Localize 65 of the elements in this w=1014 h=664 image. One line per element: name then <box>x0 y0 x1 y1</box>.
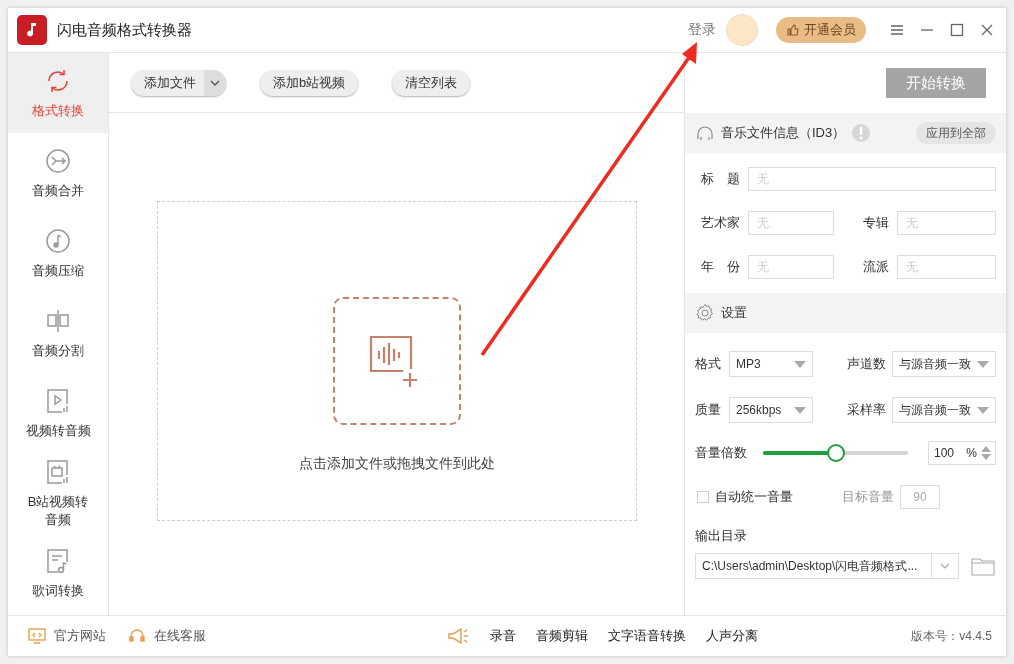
volume-label: 音量倍数 <box>695 444 747 462</box>
add-audio-icon <box>332 297 461 425</box>
spinner-arrows-icon <box>981 445 991 461</box>
monitor-icon <box>28 628 46 644</box>
target-volume-field[interactable]: 90 <box>900 485 940 509</box>
clear-list-button[interactable]: 清空列表 <box>392 69 471 96</box>
output-folder-label: 输出目录 <box>694 527 748 545</box>
menu-icon[interactable] <box>890 23 904 37</box>
apply-to-all-button[interactable]: 应用到全部 <box>916 122 996 144</box>
dropdown[interactable]: 与源音频一致 <box>892 351 996 377</box>
dropdown[interactable]: 与源音频一致 <box>892 397 996 423</box>
tool-link[interactable]: 人声分离 <box>706 627 759 645</box>
output-path-field[interactable]: C:\Users\admin\Desktop\闪电音频格式... <box>695 553 959 579</box>
setting-label: 声道数 <box>847 355 886 373</box>
id3-title: 音乐文件信息（ID3） <box>721 124 846 142</box>
chevron-down-icon <box>940 563 950 569</box>
sidebar-item[interactable]: 音频分割 <box>8 293 108 373</box>
field-label: 流派 <box>861 258 889 276</box>
add-file-button[interactable]: 添加文件 <box>131 69 226 96</box>
caret-icon <box>977 406 989 414</box>
headphones-icon <box>695 123 715 143</box>
sidebar-item[interactable]: B站视频转音频 <box>8 453 108 533</box>
slider-thumb[interactable] <box>826 444 845 462</box>
auto-volume-label: 自动统一音量 <box>715 488 793 506</box>
setting-label: 采样率 <box>847 401 886 419</box>
music-note-logo-icon <box>17 15 47 45</box>
chevron-down-icon <box>210 79 220 86</box>
sidebar-item[interactable]: 视频转音频 <box>8 373 108 453</box>
settings-icon <box>695 303 715 323</box>
login-link[interactable]: 登录 <box>688 21 716 39</box>
setting-label: 质量 <box>695 401 721 419</box>
vip-button[interactable]: 开通会员 <box>776 17 866 43</box>
sidebar-item[interactable]: 歌词转换 <box>8 533 108 613</box>
version-label: 版本号：v4.4.5 <box>911 627 992 645</box>
dropdown[interactable]: MP3 <box>729 351 813 377</box>
thumbs-up-icon <box>786 23 800 37</box>
website-link[interactable]: 官方网站 <box>28 627 106 645</box>
maximize-icon[interactable] <box>950 23 964 37</box>
target-volume-label: 目标音量 <box>842 488 894 506</box>
sidebar-item[interactable]: 格式转换 <box>8 53 108 133</box>
add-bilibili-video-button[interactable]: 添加b站视频 <box>260 69 359 96</box>
headset-icon <box>128 628 146 644</box>
settings-title: 设置 <box>721 304 747 322</box>
window-title: 闪电音频格式转换器 <box>57 20 192 40</box>
drop-hint: 点击添加文件或拖拽文件到此处 <box>298 455 495 473</box>
support-link[interactable]: 在线客服 <box>128 627 206 645</box>
tool-link[interactable]: 音频剪辑 <box>536 627 589 645</box>
volume-spinbox[interactable]: 100 % <box>928 441 996 465</box>
checkbox[interactable] <box>697 491 709 503</box>
setting-label: 格式 <box>695 355 721 373</box>
dropdown[interactable]: 256kbps <box>729 397 813 423</box>
caret-icon <box>794 406 806 414</box>
tool-link[interactable]: 文字语音转换 <box>608 627 687 645</box>
caret-icon <box>794 360 806 368</box>
field-label: 年 份 <box>700 258 740 276</box>
field-label: 专辑 <box>861 214 889 232</box>
megaphone-icon <box>446 626 471 646</box>
close-icon[interactable] <box>980 23 994 37</box>
drop-zone[interactable]: 点击添加文件或拖拽文件到此处 <box>156 201 637 521</box>
tool-link[interactable]: 录音 <box>490 627 517 645</box>
sidebar-item[interactable]: 音频合并 <box>8 133 108 213</box>
caret-icon <box>977 360 989 368</box>
field-label: 艺术家 <box>700 214 740 232</box>
sidebar-item[interactable]: 音频压缩 <box>8 213 108 293</box>
field-label: 标 题 <box>700 170 740 188</box>
